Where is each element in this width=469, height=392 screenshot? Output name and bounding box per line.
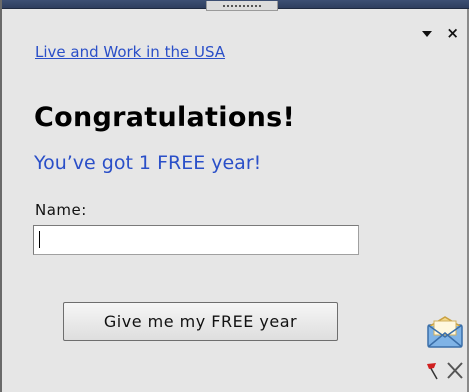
dismiss-icon[interactable]	[446, 360, 464, 380]
envelope-icon[interactable]	[426, 313, 464, 351]
live-work-usa-link[interactable]: Live and Work in the USA	[35, 43, 225, 61]
headline: Congratulations!	[34, 102, 296, 133]
drag-grip[interactable]	[206, 1, 278, 11]
close-icon[interactable]: ×	[446, 26, 459, 41]
flag-icon[interactable]	[426, 362, 440, 380]
give-free-year-button[interactable]: Give me my FREE year	[63, 302, 338, 341]
name-label: Name:	[35, 201, 87, 219]
ad-popup-window: × Live and Work in the USA Congratulatio…	[0, 0, 469, 392]
name-input[interactable]	[33, 225, 359, 255]
text-caret	[39, 231, 40, 248]
chevron-down-icon[interactable]	[422, 30, 433, 37]
subheadline: You’ve got 1 FREE year!	[34, 152, 262, 174]
window-controls: ×	[422, 26, 459, 41]
